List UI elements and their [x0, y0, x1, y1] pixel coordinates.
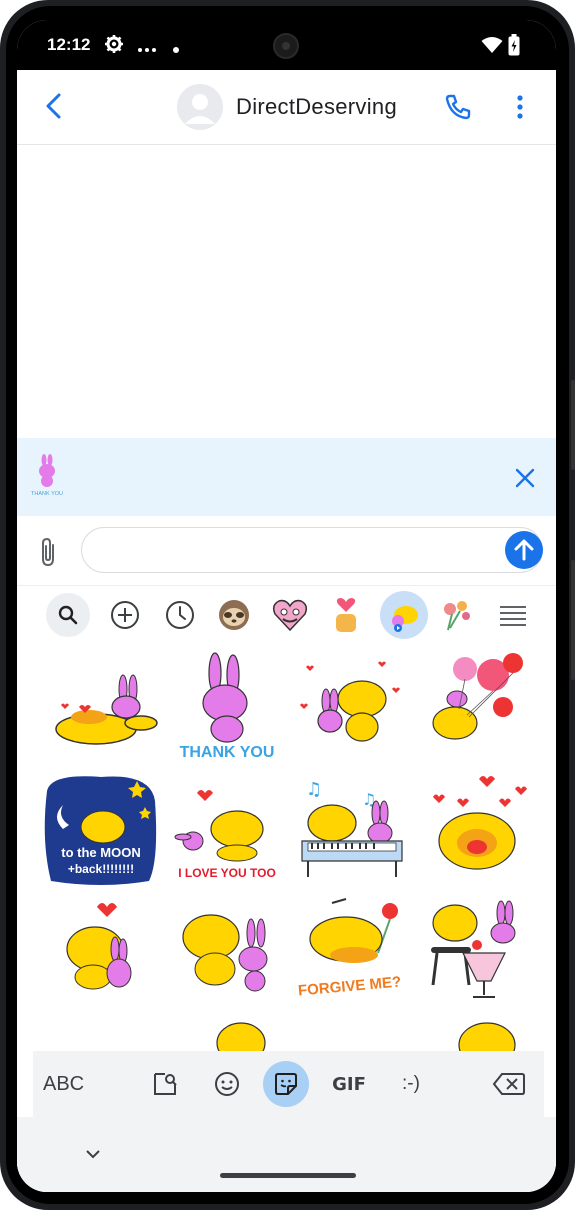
sloth-icon — [219, 600, 249, 630]
emoticon-button[interactable]: :-) — [393, 1061, 429, 1107]
sticker-pack-cat-bunny-selected[interactable] — [380, 591, 428, 639]
backspace-icon — [492, 1073, 525, 1095]
phone-call-icon — [445, 94, 471, 120]
cat-bunny-icon — [392, 606, 418, 632]
emoji-button[interactable] — [210, 1061, 244, 1107]
sticker-grid: THANK YOU to the MOON +back!!!!!!!! I LO… — [17, 649, 556, 1055]
avatar[interactable] — [177, 84, 223, 130]
svg-text:♫: ♫ — [306, 779, 322, 800]
send-button[interactable] — [505, 531, 543, 569]
sticker-category-bar — [17, 585, 556, 644]
recent-stickers-button[interactable] — [158, 593, 202, 637]
add-sticker-button[interactable] — [103, 593, 147, 637]
status-bar: 12:12 — [17, 20, 556, 70]
message-list[interactable] — [17, 145, 556, 438]
sticker-pack-heart-face[interactable] — [268, 593, 312, 637]
attach-button[interactable] — [35, 535, 61, 569]
sticker-cat-hug-heart[interactable] — [41, 893, 161, 1011]
paperclip-icon — [42, 537, 54, 567]
sticker-piano[interactable]: ♫ ♫ — [292, 771, 412, 889]
abc-keyboard-button[interactable]: ABC — [43, 1061, 84, 1107]
navigation-area — [17, 1117, 556, 1192]
sticker-bunny-thank-you[interactable]: THANK YOU — [167, 649, 287, 767]
wifi-icon — [481, 36, 503, 59]
power-button — [571, 380, 575, 470]
sticker-pack-flowers[interactable] — [435, 593, 479, 637]
chevron-down-icon — [86, 1150, 100, 1159]
gif-button[interactable]: GIF — [329, 1061, 369, 1107]
sticker-forgive-me[interactable]: FORGIVE ME? — [292, 893, 412, 1011]
settings-gear-icon — [104, 34, 124, 59]
back-button[interactable] — [39, 90, 71, 122]
keyboard-mode-bar: ABC GIF :-) — [33, 1051, 544, 1117]
send-arrow-icon — [514, 539, 534, 561]
sticker-cat-bunny-hearts[interactable] — [292, 649, 412, 767]
sticker-caption-back: +back!!!!!!!! — [68, 862, 134, 876]
sticker-search-icon — [154, 1073, 177, 1095]
status-time: 12:12 — [47, 35, 91, 54]
close-icon — [515, 468, 535, 488]
sticker-milkshake[interactable] — [417, 893, 537, 1011]
sticker-i-love-you-too[interactable]: I LOVE YOU TOO — [167, 771, 287, 889]
more-dots-icon — [137, 42, 157, 60]
notification-dot-icon — [172, 41, 180, 59]
more-vert-icon — [517, 95, 523, 119]
sticker-cat-balloons[interactable] — [417, 649, 537, 767]
flowers-icon — [444, 601, 470, 631]
preview-caption: THANK YOU — [31, 491, 63, 497]
conversation-title: DirectDeserving — [236, 94, 397, 119]
preview-close-button[interactable] — [513, 466, 537, 490]
sticker-keyboard: THANK YOU to the MOON +back!!!!!!!! I LO… — [17, 585, 556, 1192]
more-options-button[interactable] — [511, 92, 529, 122]
sticker-caption-love: I LOVE YOU TOO — [178, 866, 276, 880]
menu-icon — [500, 606, 526, 626]
emoticon-icon: :-) — [402, 1073, 420, 1094]
collapse-keyboard-button[interactable] — [83, 1147, 103, 1161]
home-gesture-bar[interactable] — [220, 1173, 356, 1178]
sticker-preview-bar: THANK YOU — [17, 438, 556, 516]
sticker-caption-thank-you: THANK YOU — [180, 744, 275, 761]
add-circle-icon — [111, 601, 139, 629]
phone-frame: 12:12 DirectDeserving THANK YOU THANK YO… — [0, 0, 575, 1210]
search-icon — [58, 605, 78, 625]
sticker-caption-forgive: FORGIVE ME? — [297, 974, 401, 1000]
front-camera — [273, 33, 299, 59]
heart-face-icon — [272, 599, 308, 632]
sticker-packs-menu-button[interactable] — [491, 593, 535, 637]
sticker-row4-cat[interactable] — [167, 1015, 287, 1055]
sticker-search-button[interactable] — [149, 1061, 181, 1107]
compose-bar — [17, 517, 556, 585]
emoji-icon — [215, 1072, 239, 1096]
backspace-button[interactable] — [489, 1061, 529, 1107]
sticker-caption-moon: to the MOON — [61, 845, 140, 860]
screen: 12:12 DirectDeserving THANK YOU THANK YO… — [17, 20, 556, 1192]
clock-icon — [166, 601, 194, 629]
message-input[interactable] — [81, 527, 543, 573]
sticker-cat-bunny-lying[interactable] — [41, 649, 161, 767]
avatar-icon — [185, 94, 215, 124]
app-bar: DirectDeserving — [17, 70, 556, 145]
call-button[interactable] — [443, 92, 473, 122]
hand-heart-icon — [336, 598, 356, 632]
gif-icon: GIF — [332, 1073, 366, 1095]
sticker-cat-laugh-hearts[interactable] — [417, 771, 537, 889]
sticker-search-button[interactable] — [46, 593, 90, 637]
sticker-icon — [275, 1073, 297, 1095]
sticker-pack-hand-heart[interactable] — [324, 593, 368, 637]
sticker-cat-bunny-hug[interactable] — [167, 893, 287, 1011]
back-arrow-icon — [46, 93, 61, 119]
volume-button — [571, 560, 575, 680]
battery-charging-icon — [508, 34, 520, 61]
sticker-to-the-moon[interactable]: to the MOON +back!!!!!!!! — [41, 771, 161, 889]
sticker-tab-button[interactable] — [263, 1061, 309, 1107]
sticker-pack-sloth[interactable] — [212, 593, 256, 637]
preview-sticker-thumbnail[interactable]: THANK YOU — [29, 454, 65, 498]
sticker-row4-cat-right[interactable] — [417, 1015, 537, 1055]
